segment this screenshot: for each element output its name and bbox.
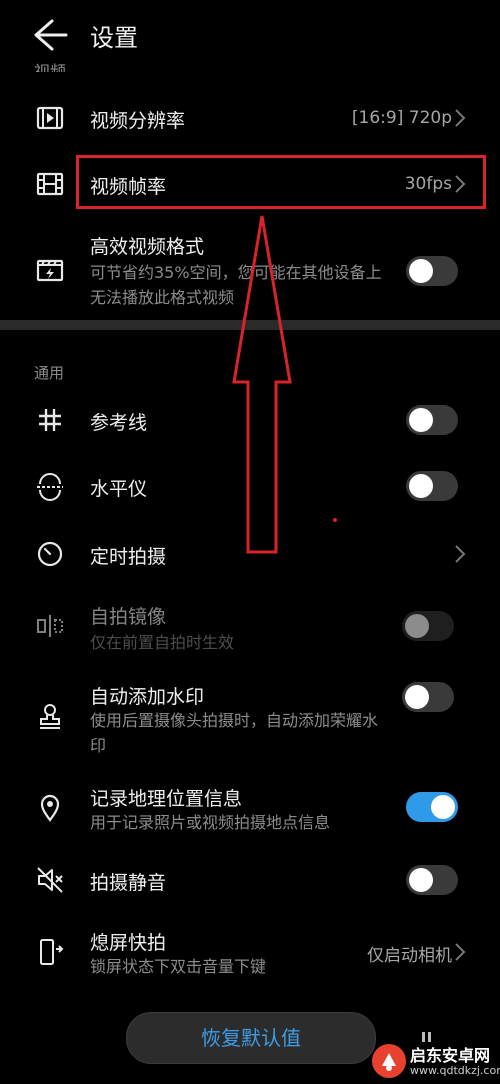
video-resolution-icon: [34, 102, 66, 134]
efficient-video-icon: [34, 254, 66, 286]
setting-selfie-mirror[interactable]: 自拍镜像 仅在前置自拍时生效: [0, 596, 500, 660]
chevron-right-icon: [454, 544, 466, 564]
auto-watermark-description: 使用后置摄像头拍摄时，自动添加荣耀水印: [90, 711, 379, 755]
level-toggle[interactable]: [406, 471, 458, 501]
ultra-snapshot-label: 熄屏快拍: [90, 932, 167, 954]
location-toggle[interactable]: [406, 792, 458, 822]
selfie-mirror-description: 仅在前置自拍时生效: [90, 633, 235, 652]
shutter-mute-toggle[interactable]: [406, 865, 458, 895]
header: 设置 视频: [0, 0, 500, 72]
back-arrow-icon[interactable]: [30, 18, 70, 52]
site-logo-icon: [372, 1044, 406, 1078]
video-resolution-value: [16:9] 720p: [351, 108, 452, 128]
selfie-mirror-label: 自拍镜像: [90, 606, 167, 628]
setting-location[interactable]: 记录地理位置信息 用于记录照片或视频拍摄地点信息: [0, 778, 500, 842]
efficient-video-toggle[interactable]: [406, 256, 458, 286]
section-label-general: 通用: [34, 364, 65, 382]
efficient-video-label: 高效视频格式: [90, 236, 205, 258]
film-icon: [34, 168, 66, 200]
phone-snapshot-icon: [34, 936, 66, 968]
mirror-icon: [34, 610, 66, 642]
video-resolution-label: 视频分辨率: [90, 110, 186, 132]
annotation-dot: [333, 518, 337, 522]
grid-hash-icon: [34, 404, 66, 436]
shutter-mute-label: 拍摄静音: [90, 872, 167, 894]
setting-ultra-snapshot[interactable]: 熄屏快拍 锁屏状态下双击音量下键 仅启动相机: [0, 922, 500, 986]
site-name: 启东安卓网: [410, 1046, 491, 1065]
location-label: 记录地理位置信息: [90, 788, 243, 810]
timer-icon: [34, 537, 66, 569]
restore-defaults-button[interactable]: 恢复默认值: [126, 1012, 376, 1064]
location-description: 用于记录照片或视频拍摄地点信息: [90, 813, 331, 832]
gridlines-toggle[interactable]: [406, 405, 458, 435]
ultra-snapshot-value: 仅启动相机: [367, 946, 452, 966]
chevron-right-icon: [454, 108, 466, 128]
stamp-icon: [34, 700, 66, 732]
page-title: 设置: [90, 24, 138, 52]
setting-shutter-mute[interactable]: 拍摄静音: [0, 852, 500, 908]
level-icon: [34, 470, 66, 502]
site-watermark: 启东安卓网 www.qdtdkzj.com: [372, 1040, 500, 1084]
auto-watermark-toggle[interactable]: [402, 682, 454, 712]
mute-speaker-icon: [34, 864, 66, 896]
annotation-up-arrow: [230, 212, 294, 556]
gridlines-label: 参考线: [90, 412, 148, 434]
location-pin-icon: [34, 792, 66, 824]
ultra-snapshot-description: 锁屏状态下双击音量下键: [90, 957, 267, 976]
annotation-highlight-box: [76, 155, 486, 209]
auto-watermark-label: 自动添加水印: [90, 686, 205, 708]
setting-auto-watermark[interactable]: 自动添加水印 使用后置摄像头拍摄时，自动添加荣耀水印: [0, 676, 500, 764]
section-label-video: 视频: [34, 62, 67, 72]
selfie-mirror-toggle[interactable]: [402, 611, 454, 641]
setting-video-resolution[interactable]: 视频分辨率 [16:9] 720p: [0, 90, 500, 146]
level-label: 水平仪: [90, 478, 148, 500]
chevron-right-icon: [454, 942, 466, 962]
timer-label: 定时拍摄: [90, 546, 167, 568]
site-url: www.qdtdkzj.com: [410, 1064, 500, 1077]
